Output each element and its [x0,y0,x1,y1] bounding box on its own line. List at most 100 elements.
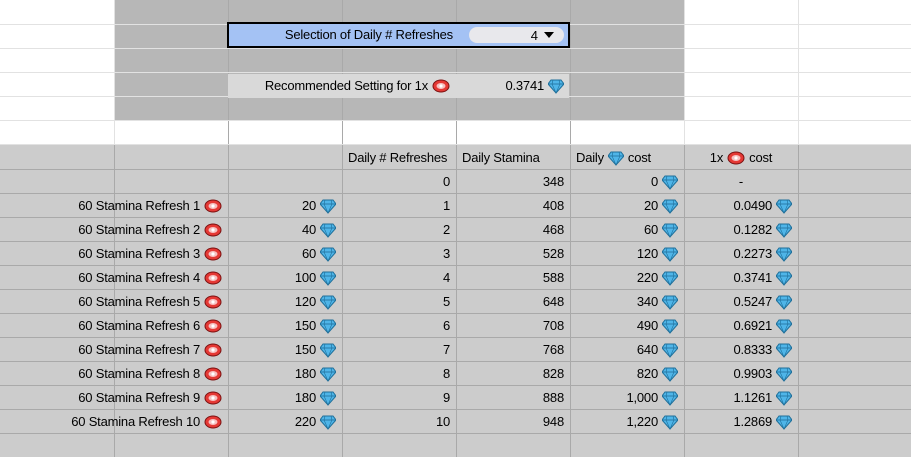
refresh-count: 1 [442,198,450,213]
meat-icon [204,415,222,429]
onex-cost-cell: 0.1282 [684,218,798,242]
meat-icon [204,247,222,261]
gem-icon [320,415,336,430]
header-1x-cost: 1x cost [709,150,773,165]
onex-cost-cell: 1.1261 [684,386,798,410]
daily-cost: 60 [643,222,658,237]
daily-stamina: 948 [542,414,564,429]
gem-icon [662,223,678,238]
onex-cost-cell: 0.6921 [684,314,798,338]
header-daily-refreshes: Daily # Refreshes [348,150,448,165]
daily-cost: 20 [643,198,658,213]
base-daily-cost: 0 [570,170,684,194]
gem-icon [662,367,678,382]
refresh-price: 20 [301,198,316,213]
meat-icon [204,295,222,309]
refresh-label: 60 Stamina Refresh 8 [78,366,200,381]
refresh-price-cell: 180 [228,362,342,386]
meat-icon [204,319,222,333]
gem-icon [320,295,336,310]
gem-icon [776,415,792,430]
onex-cost-cell: 0.8333 [684,338,798,362]
dropdown-value: 4 [530,27,538,43]
gem-icon [662,271,678,286]
gem-icon [320,391,336,406]
onex-cost: 1.2869 [733,414,772,429]
daily-stamina: 588 [542,270,564,285]
base-1x-cost: - [738,174,744,189]
refresh-price-cell: 150 [228,338,342,362]
daily-cost: 640 [636,342,658,357]
onex-cost: 0.2273 [733,246,772,261]
gem-icon [320,343,336,358]
refresh-count: 3 [442,246,450,261]
daily-cost-cell: 20 [570,194,684,218]
base-stamina: 348 [542,174,564,189]
onex-cost-cell: 1.2869 [684,410,798,434]
refresh-price: 100 [294,270,316,285]
header-daily-stamina: Daily Stamina [462,150,540,165]
refresh-count: 9 [442,390,450,405]
refresh-price: 180 [294,390,316,405]
onex-cost-cell: 0.2273 [684,242,798,266]
daily-stamina: 828 [542,366,564,381]
gem-icon [662,343,678,358]
gem-icon [662,391,678,406]
daily-stamina: 468 [542,222,564,237]
gem-icon [662,319,678,334]
meat-icon [727,151,745,165]
daily-cost: 220 [636,270,658,285]
daily-cost: 1,220 [626,414,658,429]
gem-icon [662,415,678,430]
refresh-count: 7 [442,342,450,357]
refresh-price-cell: 150 [228,314,342,338]
onex-cost: 0.0490 [733,198,772,213]
refresh-label: 60 Stamina Refresh 2 [78,222,200,237]
onex-cost: 0.5247 [733,294,772,309]
gem-icon [607,151,624,166]
refresh-count: 6 [442,318,450,333]
recommended-label: Recommended Setting for 1x [228,74,456,98]
top-panel-bg [114,0,684,121]
base-refreshes: 0 [442,174,450,189]
onex-cost-cell: 0.0490 [684,194,798,218]
daily-stamina: 408 [542,198,564,213]
refresh-price-cell: 180 [228,386,342,410]
gem-icon [320,271,336,286]
selection-row[interactable]: Selection of Daily # Refreshes 4 [227,22,570,48]
gem-icon [776,391,792,406]
daily-cost-cell: 60 [570,218,684,242]
refresh-price: 40 [301,222,316,237]
refresh-label-cell: 60 Stamina Refresh 8 [0,362,228,386]
refresh-label: 60 Stamina Refresh 6 [78,318,200,333]
daily-stamina: 648 [542,294,564,309]
meat-icon [204,367,222,381]
onex-cost-cell: 0.5247 [684,290,798,314]
refresh-price-cell: 20 [228,194,342,218]
refresh-price: 220 [294,414,316,429]
spreadsheet: Selection of Daily # Refreshes 4 Recomme… [0,0,911,457]
refresh-price-cell: 220 [228,410,342,434]
daily-stamina: 528 [542,246,564,261]
daily-cost-cell: 820 [570,362,684,386]
refresh-price-cell: 40 [228,218,342,242]
gem-icon [320,367,336,382]
refresh-label: 60 Stamina Refresh 9 [78,390,200,405]
refresh-label: 60 Stamina Refresh 1 [78,198,200,213]
refresh-label-cell: 60 Stamina Refresh 2 [0,218,228,242]
gem-icon [320,199,336,214]
row-divider [0,72,911,73]
onex-cost: 1.1261 [733,390,772,405]
gem-icon [662,247,678,262]
refresh-count-dropdown[interactable]: 4 [469,27,564,43]
refresh-price-cell: 60 [228,242,342,266]
gem-icon [662,199,678,214]
daily-cost-cell: 220 [570,266,684,290]
gem-icon [776,199,792,214]
daily-cost: 1,000 [626,390,658,405]
refresh-price: 150 [294,318,316,333]
daily-cost: 490 [636,318,658,333]
daily-cost-cell: 640 [570,338,684,362]
gem-icon [776,271,792,286]
meat-icon [432,79,450,93]
